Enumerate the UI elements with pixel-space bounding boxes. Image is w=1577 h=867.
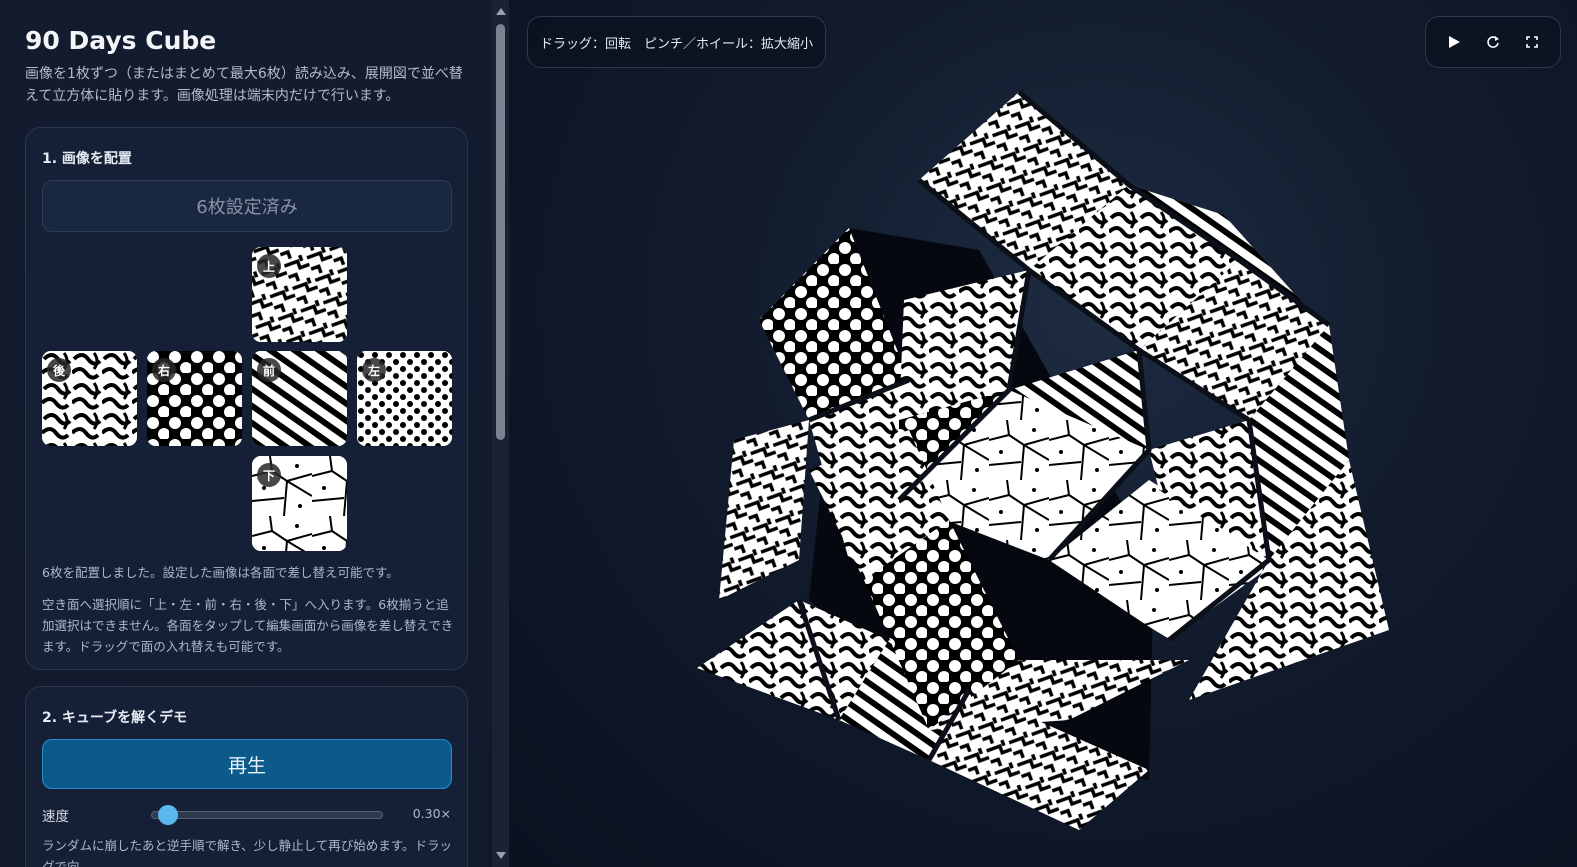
face-label-left: 左: [362, 358, 386, 382]
face-left[interactable]: 左: [357, 351, 452, 446]
app-description: 画像を1枚ずつ（またはまとめて最大6枚）読み込み、展開図で並べ替えて立方体に貼り…: [25, 66, 463, 104]
image-select-button[interactable]: 6枚設定済み: [42, 180, 452, 232]
image-placement-panel: 1. 画像を配置 6枚設定済み 上 後 右 前 左 下 6枚を配置しました。設定…: [25, 127, 468, 670]
face-back[interactable]: 後: [42, 351, 137, 446]
face-label-back: 後: [47, 358, 71, 382]
help-note: 空き面へ選択順に「上・左・前・右・後・下」へ入ります。6枚揃うと追加選択はできま…: [42, 597, 454, 654]
demo-note: ランダムに崩したあと逆手順で解き、少し静止して再び始めます。ドラッグで向: [42, 838, 453, 867]
cube-stage[interactable]: ドラッグ：回転 ピンチ／ホイール：拡大縮小: [509, 0, 1577, 867]
face-front[interactable]: 前: [252, 351, 347, 446]
sidebar-scrollbar[interactable]: [492, 0, 509, 867]
face-label-front: 前: [257, 358, 281, 382]
stage-controls: [1425, 16, 1561, 68]
speed-slider[interactable]: [151, 805, 383, 825]
face-right[interactable]: 右: [147, 351, 242, 446]
face-label-right: 右: [152, 358, 176, 382]
interaction-hint: ドラッグ：回転 ピンチ／ホイール：拡大縮小: [527, 16, 827, 68]
sidebar: 90 Days Cube 画像を1枚ずつ（またはまとめて最大6枚）読み込み、展開…: [0, 0, 492, 867]
speed-slider-thumb[interactable]: [158, 805, 179, 825]
fullscreen-icon[interactable]: [1517, 27, 1547, 57]
cube-piece: [719, 420, 809, 600]
reset-icon[interactable]: [1478, 27, 1508, 57]
cube-canvas[interactable]: [509, 0, 1577, 867]
panel-title: 1. 画像を配置: [42, 151, 132, 167]
face-label-bottom: 下: [257, 463, 281, 487]
app-title: 90 Days Cube: [25, 26, 217, 55]
play-button[interactable]: 再生: [42, 739, 452, 789]
speed-value: 0.30×: [412, 806, 451, 821]
play-icon[interactable]: [1439, 27, 1469, 57]
face-bottom[interactable]: 下: [252, 456, 347, 551]
scroll-up-arrow-icon[interactable]: [496, 8, 506, 15]
scrollbar-thumb[interactable]: [496, 24, 505, 440]
scroll-down-arrow-icon[interactable]: [496, 852, 506, 859]
panel-title: 2. キューブを解くデモ: [42, 710, 188, 726]
speed-label: 速度: [42, 809, 69, 825]
face-top[interactable]: 上: [252, 247, 347, 342]
status-note: 6枚を配置しました。設定した画像は各面で差し替え可能です。: [42, 565, 399, 580]
face-label-top: 上: [257, 254, 281, 278]
solve-demo-panel: 2. キューブを解くデモ 再生 速度 0.30× ランダムに崩したあと逆手順で解…: [25, 686, 468, 867]
